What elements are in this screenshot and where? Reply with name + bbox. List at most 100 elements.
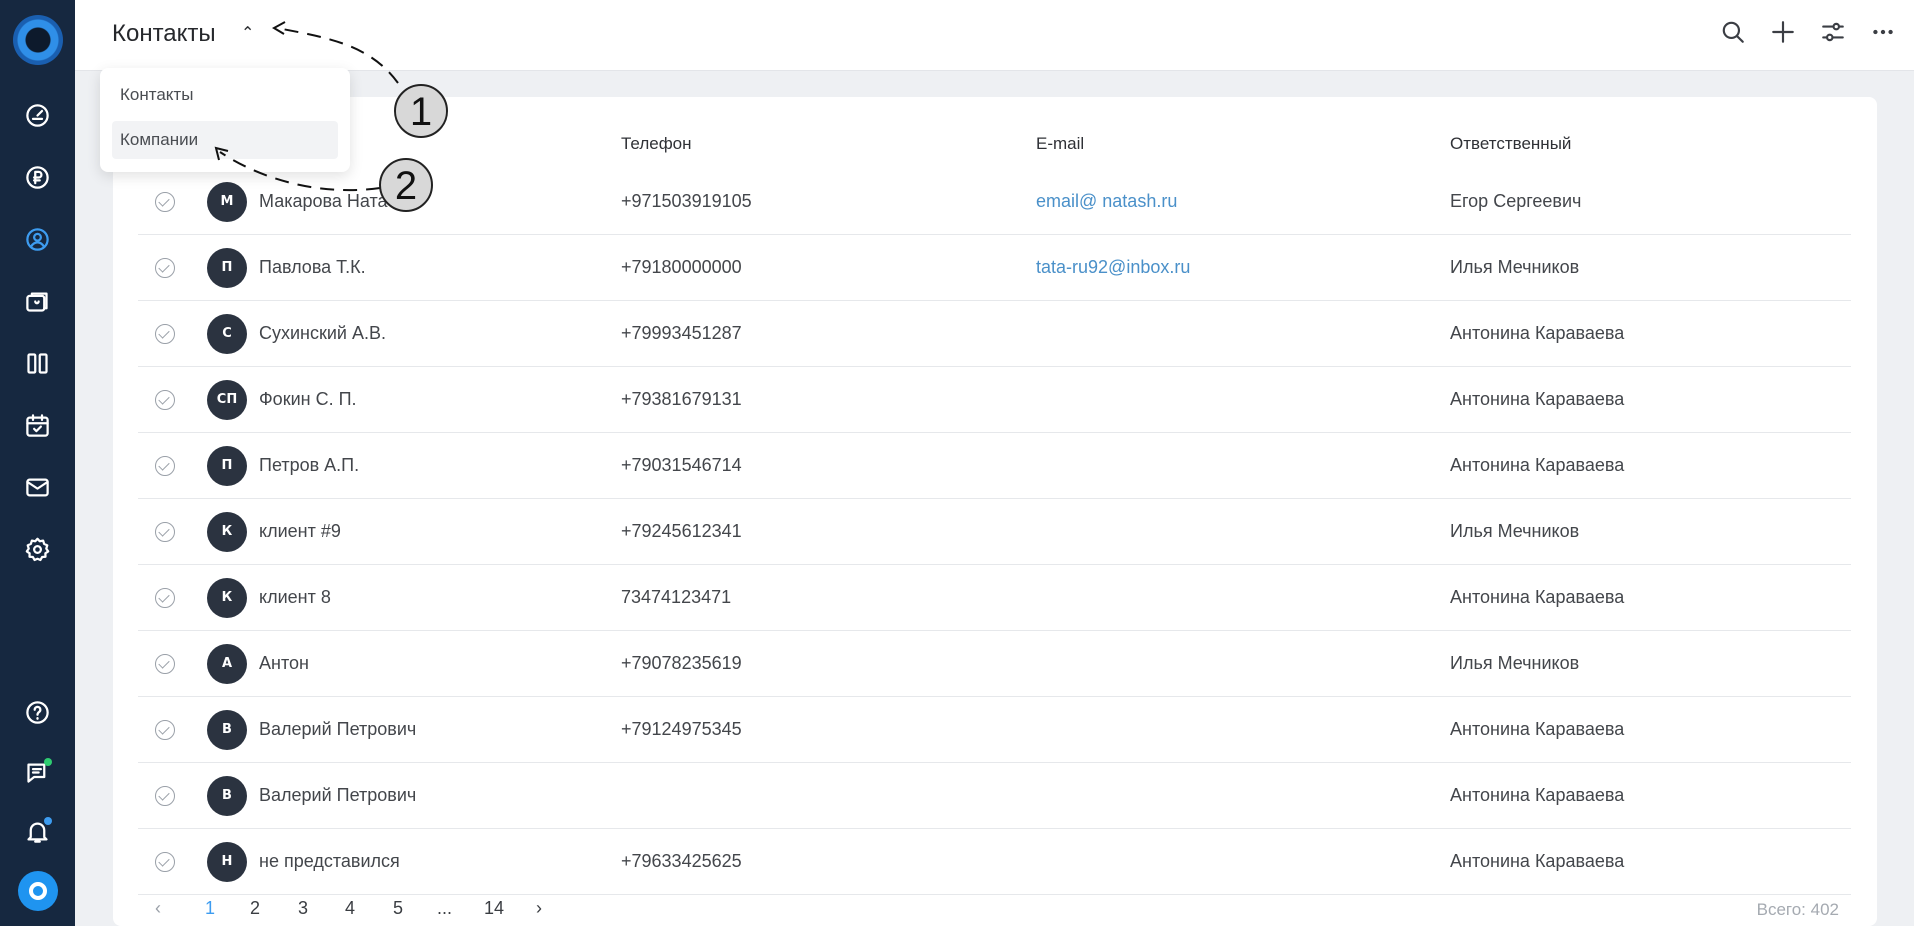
prev-page-button[interactable]: ‹ (155, 898, 161, 919)
contact-phone: +79993451287 (621, 323, 742, 343)
row-check-icon[interactable] (155, 192, 175, 212)
contact-name[interactable]: Павлова Т.К. (259, 257, 366, 278)
avatar: СП (207, 380, 247, 420)
contact-name[interactable]: Сухинский А.В. (259, 323, 386, 344)
annotation-marker-1: 1 (394, 84, 448, 138)
avatar: В (207, 776, 247, 816)
contact-phone: +79180000000 (621, 257, 742, 277)
contact-name[interactable]: не представился (259, 851, 400, 872)
row-check-icon[interactable] (155, 258, 175, 278)
table-row[interactable]: В Валерий Петрович Антонина Караваева (138, 763, 1851, 829)
contact-phone: +79124975345 (621, 719, 742, 739)
contact-phone: +79031546714 (621, 455, 742, 475)
row-check-icon[interactable] (155, 456, 175, 476)
page-1[interactable]: 1 (205, 898, 215, 919)
contact-name[interactable]: клиент 8 (259, 587, 331, 608)
contact-responsible: Антонина Караваева (1450, 455, 1625, 475)
section-dropdown: Контакты Компании (100, 68, 350, 172)
help-icon[interactable] (22, 697, 53, 728)
avatar: М (207, 182, 247, 222)
sidebar (0, 0, 75, 926)
annotation-marker-2: 2 (379, 158, 433, 212)
dropdown-item-companies[interactable]: Компании (112, 121, 338, 159)
contact-phone: +79078235619 (621, 653, 742, 673)
app-logo-icon[interactable] (13, 15, 63, 65)
page-title[interactable]: Контакты (112, 20, 216, 48)
deals-icon[interactable] (22, 286, 53, 317)
row-check-icon[interactable] (155, 786, 175, 806)
settings-icon[interactable] (22, 534, 53, 565)
page-5[interactable]: 5 (393, 898, 403, 919)
row-check-icon[interactable] (155, 720, 175, 740)
plus-icon[interactable] (1768, 17, 1798, 47)
row-check-icon[interactable] (155, 588, 175, 608)
contact-responsible: Антонина Караваева (1450, 587, 1625, 607)
contact-email-link[interactable]: tata-ru92@inbox.ru (1036, 257, 1190, 278)
contact-responsible: Антонина Караваева (1450, 719, 1625, 739)
chat-badge (44, 758, 52, 766)
row-check-icon[interactable] (155, 522, 175, 542)
header-actions (1718, 17, 1898, 47)
table-row[interactable]: П Павлова Т.К. +79180000000 tata-ru92@inbox… (138, 235, 1851, 301)
next-page-button[interactable]: › (536, 898, 542, 919)
column-header-responsible[interactable]: Ответственный (1450, 134, 1571, 154)
avatar: А (207, 644, 247, 684)
avatar: К (207, 512, 247, 552)
contact-responsible: Илья Мечников (1450, 257, 1580, 277)
table-row[interactable]: Кклиент #9 +79245612341 Илья Мечников (138, 499, 1851, 565)
row-check-icon[interactable] (155, 654, 175, 674)
contacts-icon[interactable] (22, 224, 53, 255)
header: Контакты ⌃ (75, 0, 1914, 71)
contact-name[interactable]: Валерий Петрович (259, 719, 416, 740)
page-4[interactable]: 4 (345, 898, 355, 919)
table-row[interactable]: Кклиент 8 73474123471 Антонина Караваева (138, 565, 1851, 631)
contact-name[interactable]: Антон (259, 653, 309, 674)
contact-responsible: Антонина Караваева (1450, 785, 1625, 805)
dropdown-item-contacts[interactable]: Контакты (112, 76, 338, 114)
bell-icon[interactable] (22, 816, 53, 847)
row-check-icon[interactable] (155, 390, 175, 410)
contact-phone: +79633425625 (621, 851, 742, 871)
column-header-phone[interactable]: Телефон (621, 134, 692, 154)
column-header-email[interactable]: E-mail (1036, 134, 1084, 154)
page-3[interactable]: 3 (298, 898, 308, 919)
filter-sliders-icon[interactable] (1818, 17, 1848, 47)
search-icon[interactable] (1718, 17, 1748, 47)
contact-name[interactable]: клиент #9 (259, 521, 341, 542)
dashboard-icon[interactable] (22, 100, 53, 131)
page-2[interactable]: 2 (250, 898, 260, 919)
avatar: П (207, 248, 247, 288)
contact-responsible: Илья Мечников (1450, 653, 1580, 673)
contact-name[interactable]: Фокин С. П. (259, 389, 357, 410)
avatar: П (207, 446, 247, 486)
table-row[interactable]: С Сухинский А.В. +79993451287 Антонина Кара… (138, 301, 1851, 367)
avatar: К (207, 578, 247, 618)
contact-name[interactable]: Петров А.П. (259, 455, 359, 476)
support-logo-icon[interactable] (18, 871, 58, 911)
table-row[interactable]: Нне представился +79633425625 Антонина Кар… (138, 829, 1851, 895)
row-check-icon[interactable] (155, 852, 175, 872)
notification-badge (44, 817, 52, 825)
board-icon[interactable] (22, 348, 53, 379)
chevron-up-icon[interactable]: ⌃ (241, 23, 254, 42)
table-row[interactable]: П Петров А.П. +79031546714 Антонина Каравае… (138, 433, 1851, 499)
calendar-check-icon[interactable] (22, 410, 53, 441)
chat-icon[interactable] (22, 757, 53, 788)
table-row[interactable]: А Антон +79078235619 Илья Мечников (138, 631, 1851, 697)
contact-name[interactable]: Макарова Ната (259, 191, 388, 212)
contact-responsible: Антонина Караваева (1450, 323, 1625, 343)
total-count: Всего: 402 (1756, 900, 1839, 919)
table-row[interactable]: СП Фокин С. П. +79381679131 Антонина Карава… (138, 367, 1851, 433)
contact-responsible: Илья Мечников (1450, 521, 1580, 541)
mail-icon[interactable] (22, 472, 53, 503)
row-check-icon[interactable] (155, 324, 175, 344)
avatar: С (207, 314, 247, 354)
page-14[interactable]: 14 (484, 898, 504, 919)
more-dots-icon[interactable] (1868, 17, 1898, 47)
contact-email-link[interactable]: email@ natash.ru (1036, 191, 1177, 212)
table-row[interactable]: В Валерий Петрович +79124975345 Антонина Ка… (138, 697, 1851, 763)
contact-responsible: Антонина Караваева (1450, 851, 1625, 871)
ruble-icon[interactable] (22, 162, 53, 193)
contact-name[interactable]: Валерий Петрович (259, 785, 416, 806)
page-ellipsis: ... (437, 898, 453, 918)
